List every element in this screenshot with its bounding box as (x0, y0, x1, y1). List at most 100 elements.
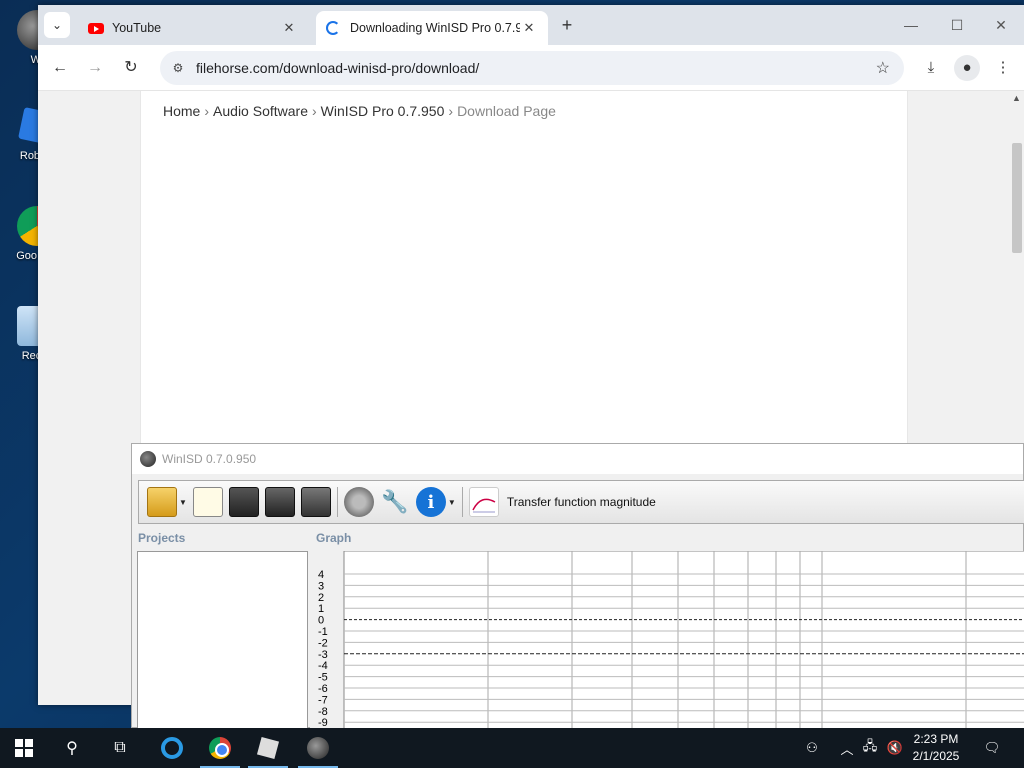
graph-y-tick-label: 2 (318, 592, 324, 604)
graph-y-tick-label: 1 (318, 603, 324, 615)
site-info-icon[interactable]: ⚙ (170, 60, 186, 76)
address-bar[interactable]: ⚙ filehorse.com/download-winisd-pro/down… (160, 51, 904, 85)
tab-title: YouTube (112, 21, 162, 35)
breadcrumb-product-link[interactable]: WinISD Pro 0.7.950 (321, 103, 445, 119)
notifications-icon: 🗨 (983, 740, 1001, 755)
save-icon[interactable] (228, 487, 259, 517)
roblox-icon (256, 736, 280, 760)
winisd-icon (307, 737, 329, 759)
clock-time: 2:23 PM (913, 732, 959, 746)
graph-curve-icon (472, 498, 496, 513)
graph-plot-background (343, 551, 1024, 731)
clock-date: 2/1/2025 (912, 749, 960, 763)
network-button[interactable]: 🖧 (860, 728, 880, 768)
back-button[interactable]: ← (47, 55, 73, 81)
start-button[interactable] (0, 728, 48, 768)
internet-explorer-icon (161, 737, 183, 759)
action-center-button[interactable]: 🗨 (978, 728, 1006, 768)
youtube-icon (88, 22, 104, 34)
scroll-up-icon[interactable]: ▲ (1012, 93, 1021, 103)
winisd-logo-icon (140, 451, 156, 467)
graph-y-tick-label: -7 (318, 694, 328, 706)
chevron-right-icon: › (448, 103, 454, 119)
clock[interactable]: 2:23 PM 2/1/2025 (906, 731, 966, 765)
volume-muted-icon: 🔇 (886, 740, 904, 755)
driver-editor-icon[interactable] (343, 487, 374, 517)
info-dropdown-arrow-icon[interactable]: ▼ (448, 498, 456, 507)
taskbar-winisd[interactable] (294, 728, 342, 768)
volume-button[interactable]: 🔇 (884, 728, 906, 768)
maximize-button[interactable]: ☐ (934, 13, 980, 37)
search-icon: ⚲ (66, 740, 78, 757)
taskbar-chrome[interactable] (196, 728, 244, 768)
save-as-icon[interactable] (264, 487, 295, 517)
minimize-button[interactable]: — (888, 13, 934, 37)
taskbar-roblox[interactable] (244, 728, 292, 768)
network-icon: 🖧 (862, 738, 878, 753)
graph-type-icon[interactable] (468, 487, 499, 517)
tab-title: Downloading WinISD Pro 0.7.95 (350, 21, 520, 35)
save-all-icon[interactable] (300, 487, 331, 517)
new-tab-button[interactable]: + (556, 15, 578, 37)
winisd-titlebar[interactable]: WinISD 0.7.0.950 (132, 444, 1023, 474)
people-icon: ⚇ (806, 740, 818, 755)
projects-list[interactable] (137, 551, 308, 731)
close-tab-icon[interactable]: ✕ (520, 20, 538, 36)
task-view-icon: ⧉ (114, 739, 126, 756)
windows-logo-icon (15, 739, 33, 757)
loading-spinner-icon (326, 21, 340, 35)
graph-y-tick-label: -2 (318, 637, 328, 649)
show-hidden-icons-button[interactable]: ︿ (838, 728, 856, 768)
projects-panel-label: Projects (138, 531, 186, 545)
kebab-menu-icon: ⋮ (995, 59, 1011, 76)
arrow-left-icon: ← (52, 59, 68, 76)
graph-y-tick-label: 3 (318, 580, 324, 592)
menu-button[interactable]: ⋮ (990, 55, 1016, 81)
downloads-button[interactable]: ⤓ (918, 55, 944, 81)
search-button[interactable]: ⚲ (48, 728, 96, 768)
reload-button[interactable]: ↻ (118, 55, 144, 81)
breadcrumb-home-link[interactable]: Home (163, 103, 200, 119)
tab-search-button[interactable]: ⌄ (44, 12, 70, 38)
profile-button[interactable]: ● (954, 55, 980, 81)
reload-icon: ↻ (124, 59, 138, 76)
graph-area[interactable]: 43210-1-2-3-4-5-6-7-8-9-10 (310, 551, 1024, 731)
graph-canvas[interactable]: 43210-1-2-3-4-5-6-7-8-9-10 (310, 551, 1024, 731)
wrench-icon[interactable]: 🔧 (380, 487, 410, 517)
tab-strip: ⌄ YouTube ✕ Downloading WinISD Pro 0.7.9… (38, 5, 1024, 45)
toolbar-separator (461, 487, 463, 517)
close-window-button[interactable]: ✕ (978, 13, 1024, 37)
graph-y-tick-label: 4 (318, 569, 324, 581)
open-dropdown-arrow-icon[interactable]: ▼ (179, 498, 187, 507)
graph-y-tick-label: 0 (318, 615, 324, 627)
graph-y-tick-label: -3 (318, 649, 328, 661)
info-icon[interactable]: i (415, 487, 446, 517)
toolbar-separator (336, 487, 338, 517)
graph-type-label[interactable]: Transfer function magnitude (507, 495, 656, 509)
bookmark-star-icon[interactable]: ☆ (876, 58, 890, 78)
chevron-right-icon: › (204, 103, 210, 119)
breadcrumb-current: Download Page (457, 103, 556, 119)
graph-y-tick-label: -8 (318, 706, 328, 718)
forward-button[interactable]: → (82, 55, 108, 81)
close-tab-icon[interactable]: ✕ (280, 20, 298, 36)
graph-y-tick-label: -1 (318, 626, 328, 638)
open-folder-icon[interactable] (147, 487, 177, 517)
person-icon: ● (962, 59, 972, 76)
people-button[interactable]: ⚇ (800, 728, 824, 768)
graph-y-tick-label: -5 (318, 672, 328, 684)
task-view-button[interactable]: ⧉ (96, 728, 144, 768)
breadcrumb-category-link[interactable]: Audio Software (213, 103, 308, 119)
scrollbar-thumb[interactable] (1012, 143, 1022, 253)
url-text: filehorse.com/download-winisd-pro/downlo… (196, 60, 480, 76)
arrow-right-icon: → (87, 59, 103, 76)
winisd-toolbar: ▼ 🔧 i ▼ Transfer function magnitude (138, 480, 1024, 524)
tab-youtube[interactable]: YouTube ✕ (78, 11, 308, 45)
chevron-right-icon: › (311, 103, 317, 119)
tab-downloading[interactable]: Downloading WinISD Pro 0.7.95 ✕ (316, 11, 548, 45)
taskbar: ⚲ ⧉ ⚇ ︿ 🖧 🔇 2:23 PM 2/1/2025 🗨 (0, 728, 1024, 768)
new-project-icon[interactable] (192, 487, 223, 517)
chrome-icon (209, 737, 231, 759)
taskbar-edge[interactable] (148, 728, 196, 768)
winisd-title: WinISD 0.7.0.950 (162, 452, 257, 466)
